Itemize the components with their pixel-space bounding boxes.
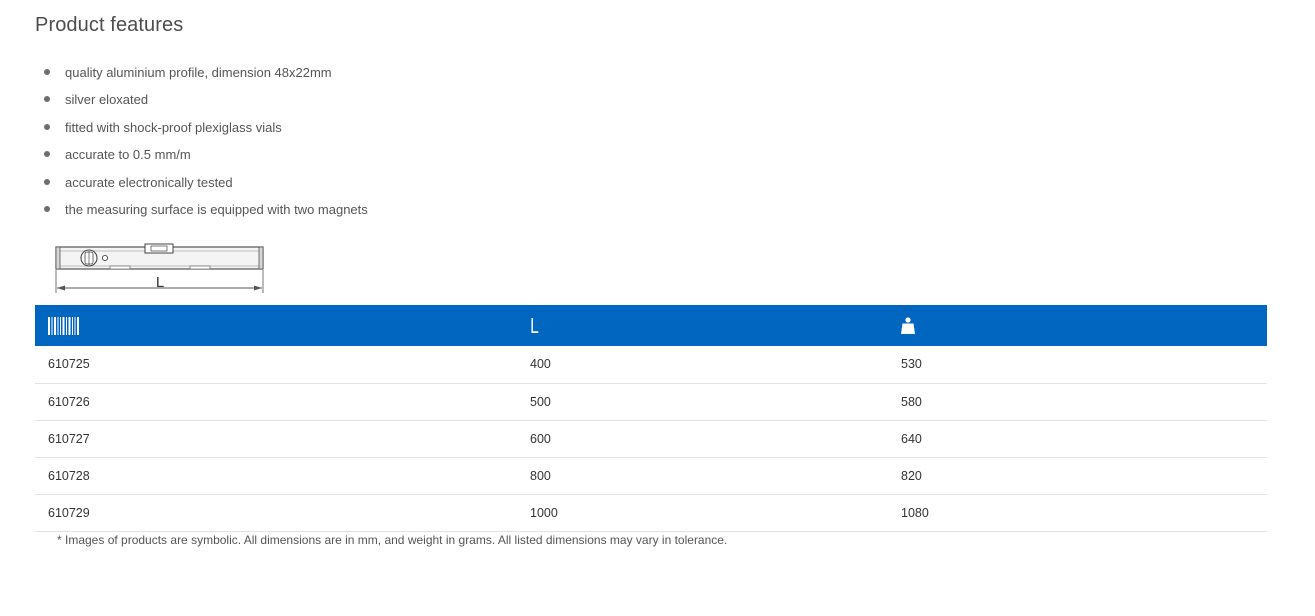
length-header-label: L bbox=[530, 313, 539, 338]
feature-list: quality aluminium profile, dimension 48x… bbox=[44, 62, 368, 226]
cell-weight: 1080 bbox=[901, 505, 929, 520]
feature-item: the measuring surface is equipped with t… bbox=[44, 199, 368, 226]
feature-item: accurate electronically tested bbox=[44, 172, 368, 199]
feature-item: accurate to 0.5 mm/m bbox=[44, 144, 368, 171]
cell-length: 400 bbox=[530, 357, 551, 372]
feature-item: silver eloxated bbox=[44, 89, 368, 116]
feature-text: accurate to 0.5 mm/m bbox=[65, 147, 191, 163]
table-row: 610726 500 580 bbox=[35, 383, 1267, 420]
spec-table: L 610725 400 530 610726 500 580 610727 6… bbox=[35, 305, 1267, 532]
cell-length: 600 bbox=[530, 431, 551, 446]
bullet-icon bbox=[44, 123, 50, 130]
cell-code: 610726 bbox=[48, 394, 90, 409]
cell-weight: 580 bbox=[901, 394, 922, 409]
cell-code: 610728 bbox=[48, 468, 90, 483]
header-code bbox=[35, 305, 526, 346]
feature-text: the measuring surface is equipped with t… bbox=[65, 201, 368, 217]
bullet-icon bbox=[44, 151, 50, 158]
weight-icon bbox=[901, 317, 915, 334]
bullet-icon bbox=[44, 205, 50, 212]
table-header-row: L bbox=[35, 305, 1267, 346]
table-row: 610728 800 820 bbox=[35, 457, 1267, 494]
feature-text: silver eloxated bbox=[65, 92, 149, 108]
cell-weight: 820 bbox=[901, 468, 922, 483]
cell-code: 610729 bbox=[48, 505, 90, 520]
top-vial-icon bbox=[144, 243, 174, 254]
feature-text: fitted with shock-proof plexiglass vials bbox=[65, 119, 282, 135]
cell-weight: 530 bbox=[901, 357, 922, 372]
cell-length: 500 bbox=[530, 394, 551, 409]
feature-text: accurate electronically tested bbox=[65, 174, 233, 190]
feature-item: quality aluminium profile, dimension 48x… bbox=[44, 62, 368, 89]
bullet-icon bbox=[44, 69, 50, 75]
bullet-icon bbox=[44, 96, 50, 103]
cell-code: 610725 bbox=[48, 357, 90, 372]
barcode-icon bbox=[48, 316, 79, 335]
hole-icon bbox=[101, 254, 109, 262]
product-features-page: Product features quality aluminium profi… bbox=[0, 0, 1315, 616]
feature-text: quality aluminium profile, dimension 48x… bbox=[65, 65, 332, 80]
feature-item: fitted with shock-proof plexiglass vials bbox=[44, 117, 368, 144]
bullet-icon bbox=[44, 178, 50, 185]
cell-code: 610727 bbox=[48, 431, 90, 446]
table-row: 610729 1000 1080 bbox=[35, 494, 1267, 531]
dimension-label: L bbox=[156, 274, 164, 291]
header-weight bbox=[897, 305, 1267, 346]
cell-length: 1000 bbox=[530, 505, 558, 520]
header-length: L bbox=[526, 305, 897, 346]
cell-weight: 640 bbox=[901, 431, 922, 446]
disclaimer-note: * Images of products are symbolic. All d… bbox=[57, 533, 728, 547]
table-row: 610725 400 530 bbox=[35, 346, 1267, 383]
cell-length: 800 bbox=[530, 468, 551, 483]
section-title: Product features bbox=[35, 14, 184, 36]
spirit-level-diagram: L bbox=[55, 243, 264, 293]
table-row: 610727 600 640 bbox=[35, 420, 1267, 457]
